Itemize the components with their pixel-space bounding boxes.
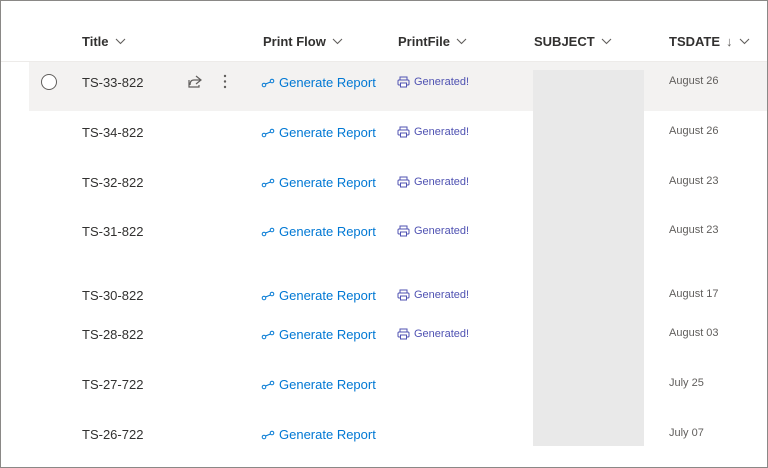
generate-report-link[interactable]: Generate Report bbox=[261, 224, 376, 239]
generate-report-link[interactable]: Generate Report bbox=[261, 377, 376, 392]
printer-icon bbox=[397, 176, 410, 188]
generate-report-label: Generate Report bbox=[279, 75, 376, 90]
row-title[interactable]: TS-31-822 bbox=[82, 224, 143, 239]
row-tsdate: August 17 bbox=[669, 288, 719, 300]
column-header-tsdate[interactable]: TSDATE ↓ bbox=[669, 34, 750, 49]
flow-icon bbox=[261, 430, 275, 439]
row-tsdate: August 26 bbox=[669, 75, 719, 87]
generate-report-link[interactable]: Generate Report bbox=[261, 327, 376, 342]
generate-report-link[interactable]: Generate Report bbox=[261, 75, 376, 90]
flow-icon bbox=[261, 227, 275, 236]
generate-report-link[interactable]: Generate Report bbox=[261, 125, 376, 140]
column-header-tsdate-label: TSDATE bbox=[669, 34, 721, 49]
chevron-down-icon bbox=[456, 38, 467, 45]
row-title[interactable]: TS-27-722 bbox=[82, 377, 143, 392]
column-header-subject[interactable]: SUBJECT bbox=[534, 34, 612, 49]
table-row[interactable]: TS-31-822 Generate Report Generated! Aug… bbox=[29, 210, 767, 275]
more-vertical-icon[interactable] bbox=[223, 74, 227, 89]
row-tsdate: July 25 bbox=[669, 377, 704, 389]
flow-icon bbox=[261, 178, 275, 187]
row-title[interactable]: TS-30-822 bbox=[82, 288, 143, 303]
table-row[interactable]: TS-33-822 Generate Report Generated! Aug… bbox=[29, 62, 767, 112]
generate-report-link[interactable]: Generate Report bbox=[261, 427, 376, 442]
generate-report-label: Generate Report bbox=[279, 224, 376, 239]
generate-report-label: Generate Report bbox=[279, 125, 376, 140]
row-title[interactable]: TS-28-822 bbox=[82, 327, 143, 342]
table-row[interactable]: TS-27-722 Generate Report July 25 bbox=[29, 363, 767, 414]
generate-report-link[interactable]: Generate Report bbox=[261, 288, 376, 303]
printer-icon bbox=[397, 328, 410, 340]
column-header-row: Title Print Flow PrintFile SUBJECT TSDAT… bbox=[1, 1, 767, 62]
list-view: Title Print Flow PrintFile SUBJECT TSDAT… bbox=[0, 0, 768, 468]
table-row[interactable]: TS-30-822 Generate Report Generated! Aug… bbox=[29, 274, 767, 315]
row-tsdate: August 23 bbox=[669, 224, 719, 236]
generated-link[interactable]: Generated! bbox=[397, 176, 469, 188]
row-tsdate: August 03 bbox=[669, 327, 719, 339]
printer-icon bbox=[397, 76, 410, 88]
printer-icon bbox=[397, 289, 410, 301]
generated-link[interactable]: Generated! bbox=[397, 328, 469, 340]
row-tsdate: August 23 bbox=[669, 175, 719, 187]
generate-report-label: Generate Report bbox=[279, 175, 376, 190]
subject-column-redacted bbox=[533, 70, 644, 446]
generate-report-label: Generate Report bbox=[279, 427, 376, 442]
generated-link[interactable]: Generated! bbox=[397, 126, 469, 138]
flow-icon bbox=[261, 78, 275, 87]
column-header-title-label: Title bbox=[82, 34, 109, 49]
table-row[interactable]: TS-32-822 Generate Report Generated! Aug… bbox=[29, 161, 767, 211]
printer-icon bbox=[397, 126, 410, 138]
generate-report-label: Generate Report bbox=[279, 327, 376, 342]
generated-label: Generated! bbox=[414, 289, 470, 301]
column-header-printfile-label: PrintFile bbox=[398, 34, 451, 49]
flow-icon bbox=[261, 380, 275, 389]
flow-icon bbox=[261, 128, 275, 137]
generated-link[interactable]: Generated! bbox=[397, 289, 469, 301]
flow-icon bbox=[261, 291, 275, 300]
column-header-print-flow[interactable]: Print Flow bbox=[263, 34, 343, 49]
generate-report-label: Generate Report bbox=[279, 288, 376, 303]
chevron-down-icon bbox=[332, 38, 343, 45]
row-title[interactable]: TS-34-822 bbox=[82, 125, 143, 140]
column-header-print-flow-label: Print Flow bbox=[263, 34, 326, 49]
row-title[interactable]: TS-33-822 bbox=[82, 75, 143, 90]
row-title[interactable]: TS-26-722 bbox=[82, 427, 143, 442]
column-header-printfile[interactable]: PrintFile bbox=[398, 34, 467, 49]
generated-link[interactable]: Generated! bbox=[397, 225, 469, 237]
table-row[interactable]: TS-28-822 Generate Report Generated! Aug… bbox=[29, 314, 767, 364]
generated-label: Generated! bbox=[414, 76, 470, 88]
generate-report-link[interactable]: Generate Report bbox=[261, 175, 376, 190]
row-tsdate: July 07 bbox=[669, 427, 704, 439]
row-tsdate: August 26 bbox=[669, 125, 719, 137]
generated-label: Generated! bbox=[414, 176, 470, 188]
share-icon[interactable] bbox=[187, 74, 203, 89]
row-select-radio[interactable] bbox=[41, 74, 57, 90]
chevron-down-icon bbox=[115, 38, 125, 45]
table-row[interactable]: TS-34-822 Generate Report Generated! Aug… bbox=[29, 111, 767, 162]
generated-link[interactable]: Generated! bbox=[397, 76, 469, 88]
generate-report-label: Generate Report bbox=[279, 377, 376, 392]
flow-icon bbox=[261, 330, 275, 339]
column-header-title[interactable]: Title bbox=[82, 34, 126, 49]
column-header-subject-label: SUBJECT bbox=[534, 34, 595, 49]
chevron-down-icon bbox=[601, 38, 612, 45]
sort-descending-icon: ↓ bbox=[726, 34, 733, 49]
printer-icon bbox=[397, 225, 410, 237]
generated-label: Generated! bbox=[414, 328, 470, 340]
generated-label: Generated! bbox=[414, 126, 470, 138]
chevron-down-icon bbox=[739, 38, 749, 45]
table-row[interactable]: TS-26-722 Generate Report July 07 bbox=[29, 413, 767, 465]
row-title[interactable]: TS-32-822 bbox=[82, 175, 143, 190]
generated-label: Generated! bbox=[414, 225, 470, 237]
